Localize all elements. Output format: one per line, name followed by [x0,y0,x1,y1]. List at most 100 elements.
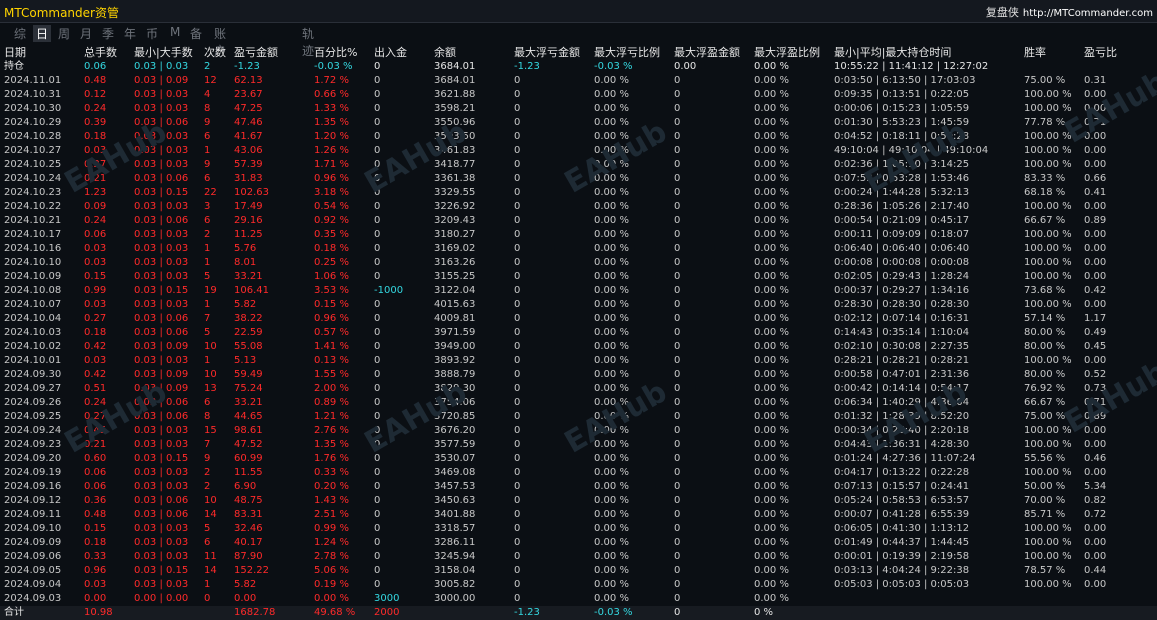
row-cell-1: 0.24 [84,397,107,408]
row-cell-6: 0 [374,523,381,534]
row-cell-7: 3122.04 [434,285,476,296]
row-cell-13: 100.00 % [1024,551,1072,562]
row-cell-8: 0 [514,355,521,366]
row-cell-11: 0.00 % [754,131,789,142]
row-cell-10: 0 [674,523,681,534]
totals-cell-4: 1682.78 [234,607,276,618]
row-cell-13: 100.00 % [1024,271,1072,282]
row-cell-2: 0.03 | 0.03 [134,257,189,268]
row-cell-11: 0.00 % [754,103,789,114]
row-cell-5: 0.35 % [314,229,349,240]
row-cell-14: 0.45 [1084,341,1107,352]
row-cell-10: 0 [674,75,681,86]
row-cell-8: 0 [514,453,521,464]
row-cell-6: 0 [374,187,381,198]
row-cell-14: 0.41 [1084,187,1107,198]
row-cell-8: 0 [514,117,521,128]
row-cell-13: 70.00 % [1024,495,1066,506]
row-cell-0: 2024.10.04 [4,313,62,324]
row-cell-4: 5.82 [234,579,257,590]
row-cell-3: 2 [204,229,211,240]
row-cell-0: 2024.09.16 [4,481,62,492]
row-cell-3: 7 [204,439,211,450]
row-cell-10: 0 [674,453,681,464]
row-cell-14: 0.89 [1084,411,1107,422]
row-cell-2: 0.03 | 0.15 [134,565,189,576]
row-cell-9: 0.00 % [594,355,629,366]
table-row: 2024.09.04 0.03 0.03 | 0.03 1 5.82 0.19 % 0 300… [0,578,1157,592]
row-cell-9: 0.00 % [594,271,629,282]
row-cell-8: 0 [514,285,521,296]
row-cell-7: 3329.55 [434,187,476,198]
row-cell-13: 100.00 % [1024,299,1072,310]
row-cell-2: 0.03 | 0.06 [134,215,189,226]
table-row: 2024.10.29 0.39 0.03 | 0.06 9 47.46 1.35 % 0 35… [0,116,1157,130]
row-cell-11: 0.00 % [754,187,789,198]
row-cell-13: 100.00 % [1024,103,1072,114]
row-cell-3: 7 [204,313,211,324]
column-header-8: 最大浮亏金额 [514,46,580,59]
row-cell-4: 83.31 [234,509,263,520]
row-cell-1: 1.23 [84,187,107,198]
row-cell-9: 0.00 % [594,285,629,296]
row-cell-7: 3245.94 [434,551,476,562]
row-cell-8: 0 [514,145,521,156]
row-cell-14: 0.00 [1084,131,1107,142]
row-cell-0: 2024.09.19 [4,467,62,478]
table-row: 2024.09.23 0.21 0.03 | 0.03 7 47.52 1.35 % 0 35… [0,438,1157,452]
row-cell-10: 0 [674,103,681,114]
row-cell-12: 0:02:10 | 0:30:08 | 2:27:35 [834,341,970,352]
row-cell-11: 0.00 % [754,551,789,562]
row-cell-5: 0.25 % [314,257,349,268]
row-cell-6: 0 [374,131,381,142]
row-cell-3: 1 [204,355,211,366]
row-cell-8: 0 [514,187,521,198]
row-cell-9: 0.00 % [594,243,629,254]
row-cell-9: 0.00 % [594,579,629,590]
table-row: 2024.10.17 0.06 0.03 | 0.03 2 11.25 0.35 % 0 31… [0,228,1157,242]
row-cell-10: 0 [674,187,681,198]
row-cell-8: 0 [514,215,521,226]
row-cell-2: 0.03 | 0.03 [134,523,189,534]
row-cell-5: 1.41 % [314,341,349,352]
totals-cell-1: 10.98 [84,607,113,618]
row-cell-10: 0 [674,369,681,380]
row-cell-7: 3720.85 [434,411,476,422]
row-cell-6: 0 [374,89,381,100]
table-row: 2024.09.26 0.24 0.03 | 0.06 6 33.21 0.89 % 0 37… [0,396,1157,410]
row-cell-11: 0.00 % [754,257,789,268]
row-cell-2: 0.03 | 0.03 [134,439,189,450]
row-cell-6: 0 [374,327,381,338]
row-cell-5: 1.43 % [314,495,349,506]
totals-cell-5: 49.68 % [314,607,356,618]
row-cell-13: 100.00 % [1024,257,1072,268]
row-cell-10: 0 [674,565,681,576]
column-header-0: 日期 [4,46,26,59]
totals-cell-8: -1.23 [514,607,540,618]
row-cell-2: 0.03 | 0.06 [134,313,189,324]
row-cell-1: 0.39 [84,117,107,128]
row-cell-6: 0 [374,117,381,128]
row-cell-4: 23.67 [234,89,263,100]
row-cell-1: 0.18 [84,327,107,338]
row-cell-5: 0.96 % [314,313,349,324]
row-cell-2: 0.03 | 0.09 [134,383,189,394]
row-cell-14: 0.00 [1084,537,1107,548]
row-cell-1: 0.27 [84,313,107,324]
row-cell-4: 43.06 [234,145,263,156]
row-cell-2: 0.00 | 0.00 [134,593,189,604]
row-cell-7: 3530.07 [434,453,476,464]
row-cell-6: 0 [374,271,381,282]
table-row: 2024.09.20 0.60 0.03 | 0.15 9 60.99 1.76 % 0 35… [0,452,1157,466]
row-cell-9: 0.00 % [594,159,629,170]
row-cell-14: 0.71 [1084,397,1107,408]
row-cell-2: 0.03 | 0.09 [134,75,189,86]
row-cell-1: 0.48 [84,509,107,520]
row-cell-12: 0:02:12 | 0:07:14 | 0:16:31 [834,313,970,324]
row-cell-13: 100.00 % [1024,467,1072,478]
row-cell-10: 0 [674,593,681,604]
row-cell-11: 0.00 % [754,495,789,506]
row-cell-13: 100.00 % [1024,425,1072,436]
row-cell-9: 0.00 % [594,187,629,198]
row-cell-11: 0.00 % [754,411,789,422]
